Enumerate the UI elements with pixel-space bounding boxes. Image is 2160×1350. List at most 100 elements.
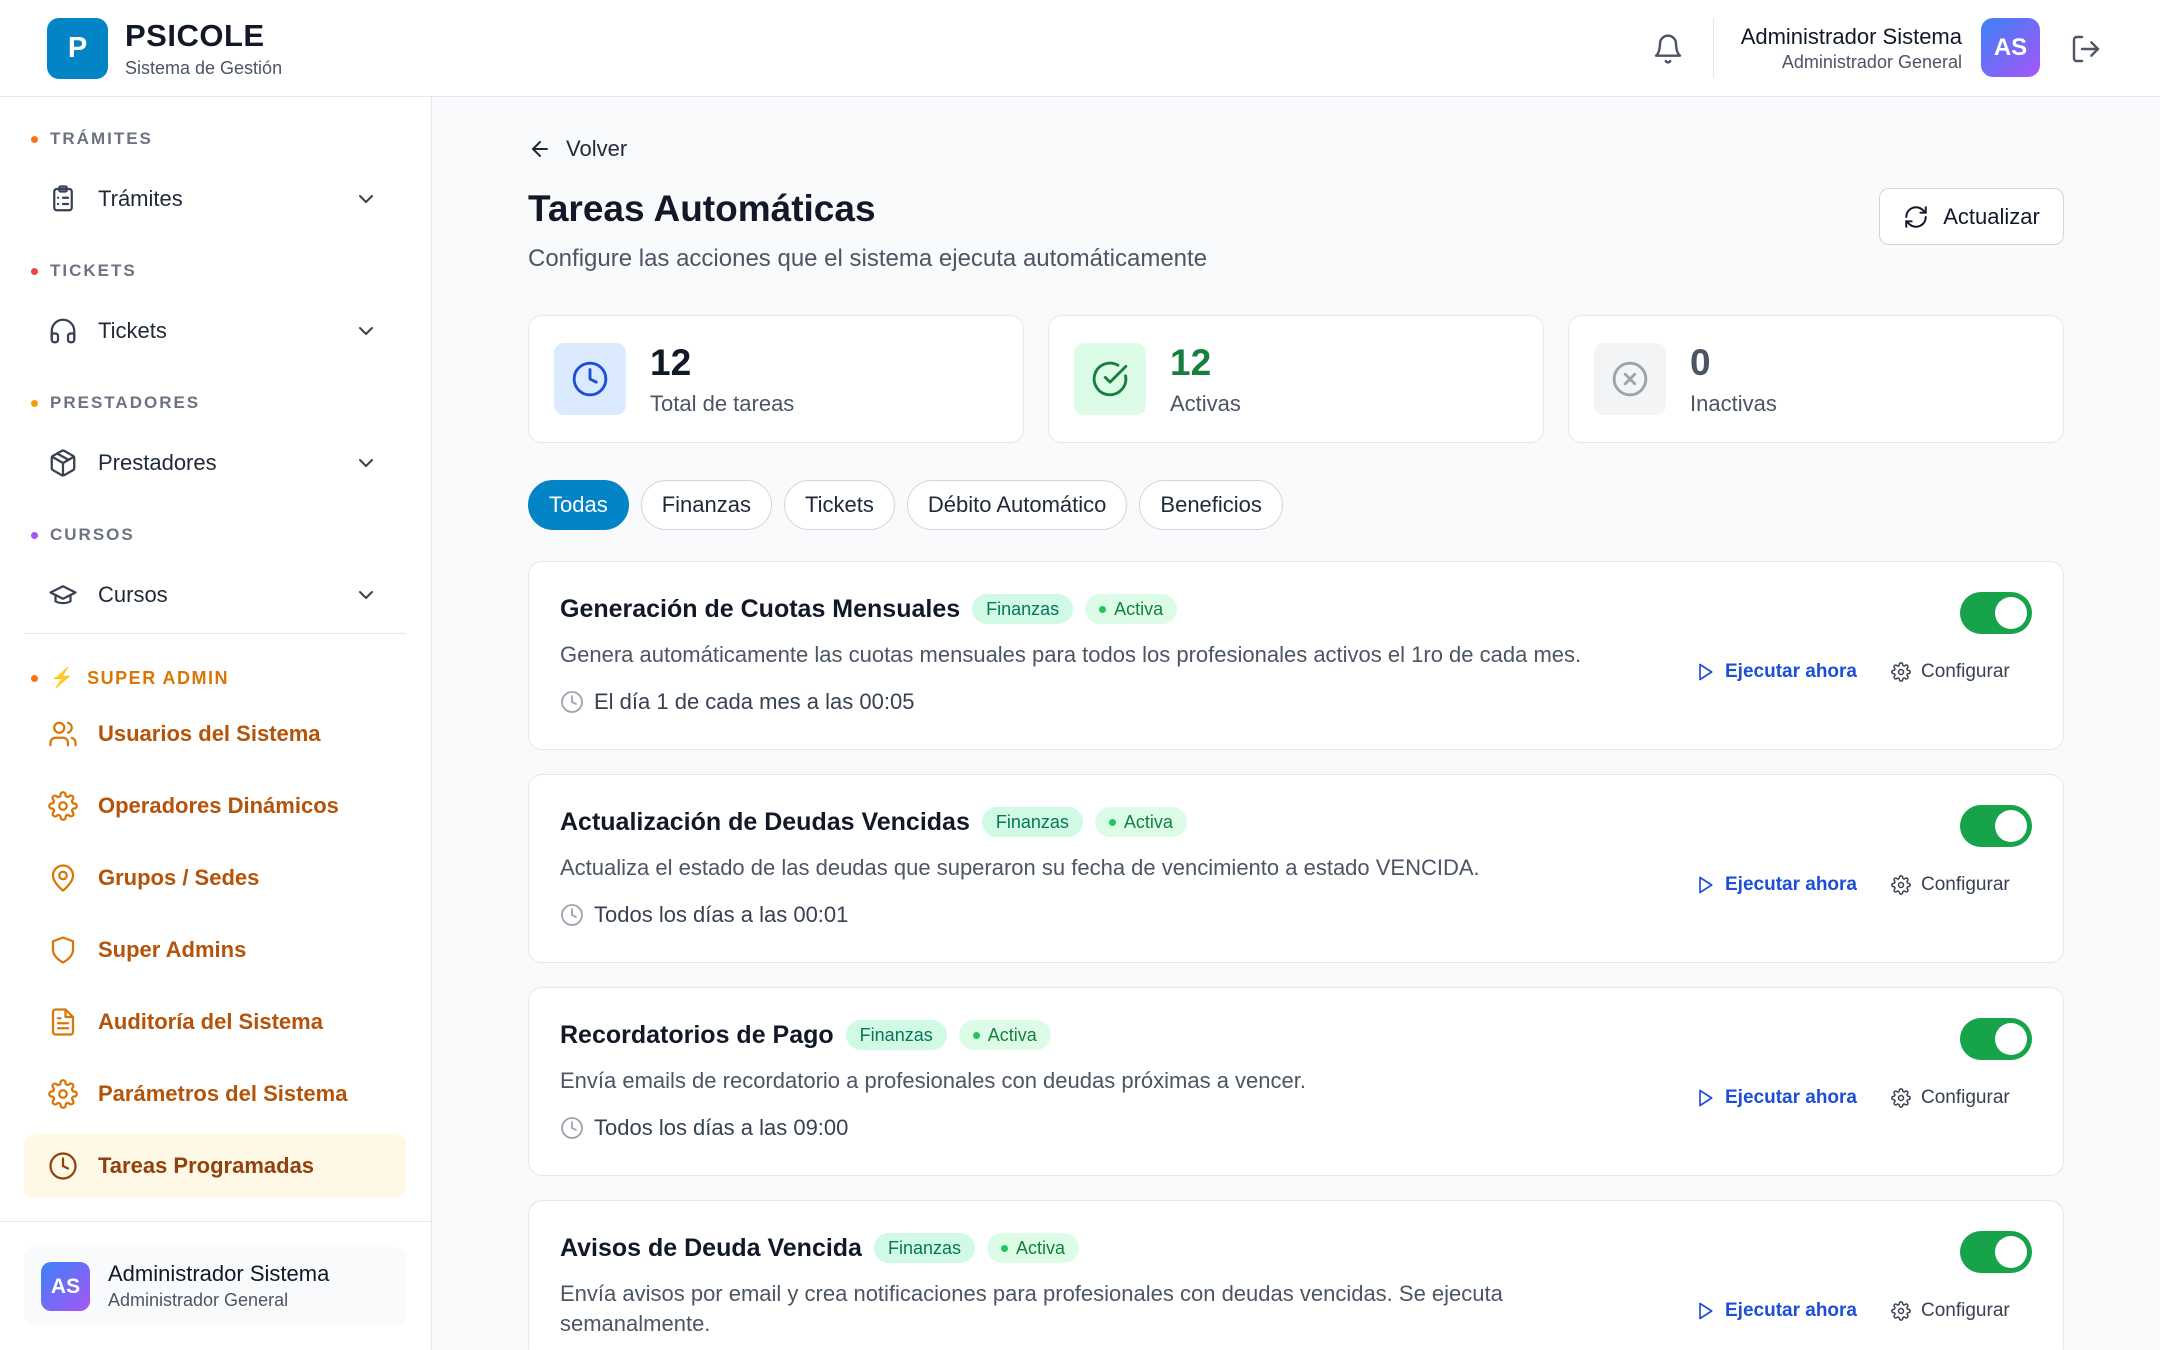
task-schedule: Todos los días a las 00:01 bbox=[560, 902, 848, 928]
section-label-super-admin: ⚡ SUPER ADMIN bbox=[31, 666, 229, 690]
sidebar-item-label: Super Admins bbox=[98, 937, 247, 962]
task-enabled-toggle[interactable] bbox=[1960, 1231, 2032, 1273]
sidebar-item-tareas-programadas[interactable]: Tareas Programadas bbox=[24, 1134, 406, 1198]
play-icon bbox=[1695, 662, 1715, 682]
section-dot bbox=[31, 531, 38, 539]
filter-debito-automatico[interactable]: Débito Automático bbox=[906, 480, 1128, 530]
sidebar-item-label: Prestadores bbox=[98, 450, 217, 475]
gear-icon bbox=[1891, 875, 1911, 895]
status-badge: Activa bbox=[1094, 807, 1187, 837]
sidebar-user-card[interactable]: AS Administrador Sistema Administrador G… bbox=[24, 1247, 406, 1325]
logo[interactable]: P bbox=[47, 18, 108, 79]
sidebar-item-operadores[interactable]: Operadores Dinámicos bbox=[24, 774, 406, 838]
task-enabled-toggle[interactable] bbox=[1960, 592, 2032, 634]
sidebar-item-super-admins[interactable]: Super Admins bbox=[24, 918, 406, 982]
clock-icon bbox=[560, 1116, 584, 1140]
task-card: Recordatorios de Pago Finanzas Activa En… bbox=[528, 987, 2064, 1176]
task-description: Envía emails de recordatorio a profesion… bbox=[560, 1068, 1306, 1093]
play-icon bbox=[1695, 875, 1715, 895]
brand-name: PSICOLE bbox=[125, 18, 265, 53]
task-schedule: Todos los días a las 09:00 bbox=[560, 1115, 848, 1141]
section-label-prestadores: PRESTADORES bbox=[31, 393, 200, 413]
chevron-down-icon[interactable] bbox=[354, 187, 378, 211]
filter-tickets[interactable]: Tickets bbox=[784, 480, 895, 530]
section-label-cursos: CURSOS bbox=[31, 525, 135, 545]
task-card: Generación de Cuotas Mensuales Finanzas … bbox=[528, 561, 2064, 750]
clipboard-icon bbox=[48, 184, 78, 214]
stat-label: Inactivas bbox=[1690, 391, 1777, 416]
run-now-button[interactable]: Ejecutar ahora bbox=[1695, 1087, 1857, 1109]
logout-icon[interactable] bbox=[2070, 33, 2102, 65]
run-now-button[interactable]: Ejecutar ahora bbox=[1695, 1300, 1857, 1322]
stat-value: 0 bbox=[1690, 342, 1711, 383]
sidebar: TRÁMITES Trámites TICKETS Tickets PRESTA… bbox=[0, 97, 432, 1350]
task-card: Actualización de Deudas Vencidas Finanza… bbox=[528, 774, 2064, 963]
sidebar-item-label: Tickets bbox=[98, 318, 167, 343]
configure-button[interactable]: Configurar bbox=[1891, 661, 2010, 683]
clock-icon bbox=[560, 903, 584, 927]
header-user-role: Administrador General bbox=[1781, 52, 1962, 72]
chevron-down-icon[interactable] bbox=[354, 451, 378, 475]
header-user-name: Administrador Sistema bbox=[1740, 24, 1962, 49]
page-subtitle: Configure las acciones que el sistema ej… bbox=[528, 245, 1208, 272]
configure-button[interactable]: Configurar bbox=[1891, 874, 2010, 896]
run-now-button[interactable]: Ejecutar ahora bbox=[1695, 661, 1857, 683]
stat-card-total: 12 Total de tareas bbox=[528, 315, 1024, 443]
top-header: P PSICOLE Sistema de Gestión Administrad… bbox=[0, 0, 2160, 97]
filter-beneficios[interactable]: Beneficios bbox=[1139, 480, 1283, 530]
sidebar-item-prestadores[interactable]: Prestadores bbox=[24, 431, 406, 495]
task-description: Envía avisos por email y crea notificaci… bbox=[560, 1281, 1503, 1336]
chevron-down-icon[interactable] bbox=[354, 319, 378, 343]
sidebar-item-cursos[interactable]: Cursos bbox=[24, 563, 406, 627]
run-now-button[interactable]: Ejecutar ahora bbox=[1695, 874, 1857, 896]
sidebar-item-tickets[interactable]: Tickets bbox=[24, 299, 406, 363]
sidebar-item-tramites[interactable]: Trámites bbox=[24, 167, 406, 231]
task-description: Actualiza el estado de las deudas que su… bbox=[560, 855, 1480, 880]
stat-value: 12 bbox=[1170, 342, 1212, 383]
avatar: AS bbox=[41, 1262, 90, 1311]
clock-icon bbox=[48, 1151, 78, 1181]
sidebar-item-grupos[interactable]: Grupos / Sedes bbox=[24, 846, 406, 910]
sidebar-item-label: Grupos / Sedes bbox=[98, 865, 260, 890]
bell-icon[interactable] bbox=[1652, 33, 1684, 65]
shield-icon bbox=[48, 935, 78, 965]
box-icon bbox=[48, 448, 78, 478]
sidebar-item-auditoria[interactable]: Auditoría del Sistema bbox=[24, 990, 406, 1054]
gear-icon bbox=[1891, 662, 1911, 682]
brand-subtitle: Sistema de Gestión bbox=[125, 58, 283, 78]
stat-value: 12 bbox=[650, 342, 692, 383]
category-badge: Finanzas bbox=[845, 1020, 947, 1050]
task-name: Generación de Cuotas Mensuales bbox=[560, 594, 961, 623]
filter-tabs: Todas Finanzas Tickets Débito Automático… bbox=[528, 480, 1283, 530]
headphones-icon bbox=[48, 316, 78, 346]
section-dot bbox=[31, 267, 38, 275]
header-divider bbox=[1713, 18, 1714, 78]
refresh-label: Actualizar bbox=[1943, 203, 2040, 229]
chevron-down-icon[interactable] bbox=[354, 583, 378, 607]
status-badge: Activa bbox=[1085, 594, 1178, 624]
filter-finanzas[interactable]: Finanzas bbox=[640, 480, 772, 530]
clock-icon bbox=[554, 343, 626, 415]
refresh-button[interactable]: Actualizar bbox=[1879, 188, 2064, 245]
filter-todas[interactable]: Todas bbox=[528, 480, 629, 530]
section-dot bbox=[31, 674, 38, 682]
avatar[interactable]: AS bbox=[1981, 18, 2040, 77]
back-link[interactable]: Volver bbox=[528, 136, 627, 162]
task-enabled-toggle[interactable] bbox=[1960, 1018, 2032, 1060]
section-dot bbox=[31, 399, 38, 407]
configure-button[interactable]: Configurar bbox=[1891, 1300, 2010, 1322]
sidebar-item-parametros[interactable]: Parámetros del Sistema bbox=[24, 1062, 406, 1126]
lightning-icon: ⚡ bbox=[50, 668, 76, 689]
gear-icon bbox=[1891, 1301, 1911, 1321]
task-description: Genera automáticamente las cuotas mensua… bbox=[560, 642, 1582, 667]
section-dot bbox=[31, 135, 38, 143]
stat-label: Total de tareas bbox=[650, 391, 795, 416]
sidebar-item-usuarios[interactable]: Usuarios del Sistema bbox=[24, 702, 406, 766]
play-icon bbox=[1695, 1088, 1715, 1108]
category-badge: Finanzas bbox=[873, 1233, 976, 1263]
task-enabled-toggle[interactable] bbox=[1960, 805, 2032, 847]
stat-label: Activas bbox=[1170, 391, 1241, 416]
configure-button[interactable]: Configurar bbox=[1891, 1087, 2010, 1109]
document-icon bbox=[48, 1007, 78, 1037]
back-label: Volver bbox=[566, 136, 628, 161]
